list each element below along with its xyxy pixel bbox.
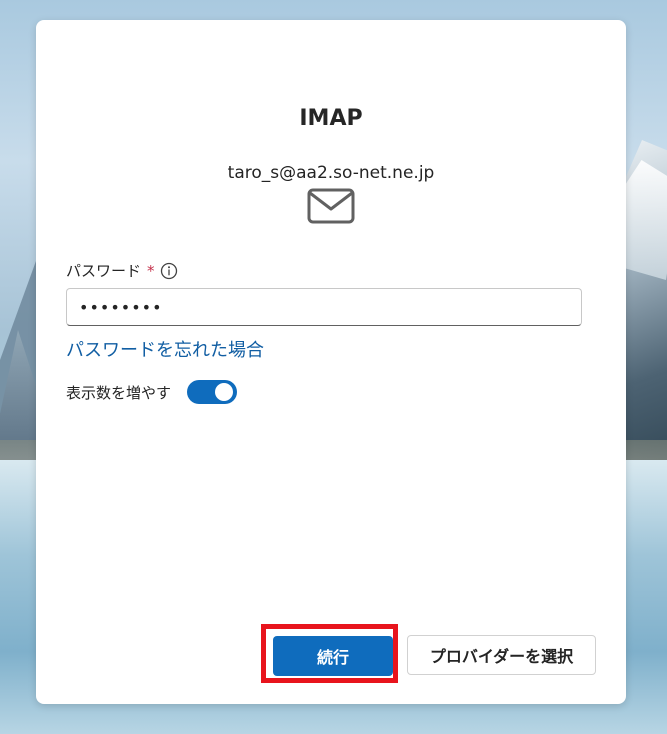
password-input[interactable] [66, 288, 582, 326]
info-icon[interactable] [160, 262, 178, 280]
forgot-password-link[interactable]: パスワードを忘れた場合 [66, 336, 264, 362]
show-more-label: 表示数を増やす [66, 383, 172, 402]
mail-icon [307, 188, 355, 224]
show-more-toggle[interactable] [187, 380, 238, 404]
password-label: パスワード * [66, 260, 178, 281]
account-email: taro_s@aa2.so-net.ne.jp [227, 163, 435, 183]
continue-button[interactable]: 続行 [273, 636, 393, 676]
dialog-title: IMAP [299, 106, 363, 131]
show-more-row: 表示数を増やす [66, 380, 238, 404]
password-label-text: パスワード [66, 262, 142, 280]
toggle-knob [215, 383, 234, 401]
imap-login-dialog: IMAP taro_s@aa2.so-net.ne.jp パスワード * パスワ… [36, 20, 626, 704]
select-provider-button[interactable]: プロバイダーを選択 [407, 635, 596, 675]
required-mark: * [147, 261, 155, 280]
